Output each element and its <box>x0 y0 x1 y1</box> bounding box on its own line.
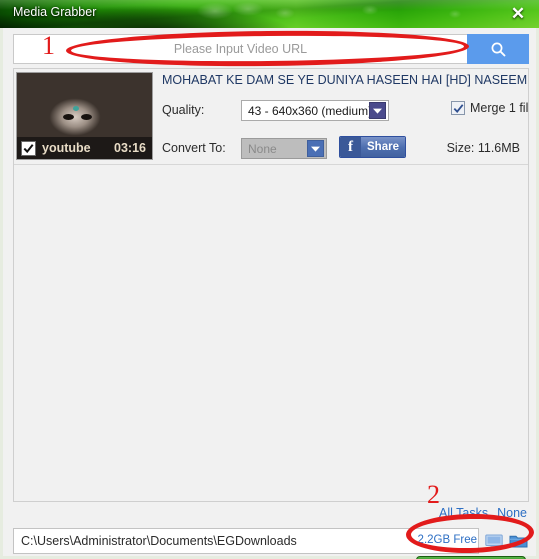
url-input[interactable] <box>13 34 467 64</box>
download-path-input[interactable] <box>13 528 479 554</box>
merge-checkbox-box <box>451 101 465 115</box>
facebook-share-label: Share <box>361 137 405 157</box>
thumbnail-detail <box>73 106 79 111</box>
media-grabber-window: Media Grabber ✕ Please Input Video URL y… <box>0 0 539 559</box>
monitor-glyph <box>484 534 503 548</box>
folder-icon[interactable] <box>508 531 529 551</box>
close-icon[interactable]: ✕ <box>505 2 531 26</box>
convert-to-select[interactable]: None <box>241 138 327 159</box>
facebook-share-button[interactable]: f Share <box>339 136 406 158</box>
search-button[interactable] <box>467 34 529 64</box>
chevron-down-icon <box>307 140 324 157</box>
merge-files-label: Merge 1 files <box>470 101 529 115</box>
chevron-down-icon <box>369 102 386 119</box>
checkmark-icon <box>453 103 463 113</box>
select-none-link[interactable]: None <box>497 506 527 520</box>
window-title: Media Grabber <box>13 5 97 19</box>
file-size-label: Size: 11.6MB <box>446 141 520 155</box>
select-all-tasks-link[interactable]: All Tasks <box>439 506 488 520</box>
quality-select[interactable]: 43 - 640x360 (medium) <box>241 100 389 121</box>
checkmark-icon <box>23 143 34 153</box>
video-thumbnail: youtube 03:16 <box>16 72 153 160</box>
video-title: MOHABAT KE DAM SE YE DUNIYA HASEEN HAI [… <box>162 73 528 87</box>
convert-to-label: Convert To: <box>162 141 226 155</box>
quality-value: 43 - 640x360 (medium) <box>248 103 369 118</box>
free-space-label: 2.2GB Free <box>417 534 477 546</box>
title-bar: Media Grabber ✕ <box>0 0 539 28</box>
thumbnail-detail <box>81 114 92 120</box>
monitor-icon[interactable] <box>483 531 504 551</box>
convert-to-value: None <box>248 141 277 156</box>
facebook-icon: f <box>340 137 361 157</box>
search-icon <box>491 42 505 56</box>
download-path-row: 2.2GB Free <box>13 528 529 554</box>
download-list[interactable]: youtube 03:16 MOHABAT KE DAM SE YE DUNIY… <box>13 68 529 502</box>
quality-label: Quality: <box>162 103 205 117</box>
window-body: youtube 03:16 MOHABAT KE DAM SE YE DUNIY… <box>0 28 539 559</box>
thumbnail-overlay: youtube 03:16 <box>17 137 152 159</box>
folder-glyph <box>509 535 528 548</box>
list-item[interactable]: youtube 03:16 MOHABAT KE DAM SE YE DUNIY… <box>14 69 528 165</box>
task-selection-links: All Tasks None <box>439 506 527 520</box>
merge-files-checkbox[interactable]: Merge 1 files <box>451 101 529 115</box>
item-select-checkbox[interactable] <box>21 140 36 156</box>
chevron-down-glyph <box>373 108 382 114</box>
video-duration: 03:16 <box>114 141 146 155</box>
url-bar <box>13 34 529 64</box>
chevron-down-glyph <box>311 146 320 152</box>
thumbnail-detail <box>63 114 74 120</box>
video-site-label: youtube <box>42 141 91 155</box>
